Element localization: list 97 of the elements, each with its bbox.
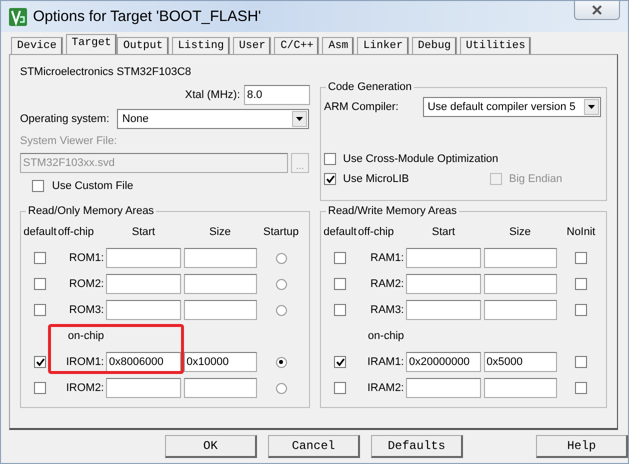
noinit-checkbox[interactable] — [575, 382, 587, 394]
checkbox-label: Use Cross-Module Optimization — [343, 153, 498, 165]
size-field[interactable] — [184, 248, 256, 268]
memory-label: RAM2: — [370, 278, 404, 290]
noinit-checkbox[interactable] — [575, 278, 587, 290]
default-checkbox[interactable] — [34, 356, 46, 368]
memory-label: RAM1: — [370, 252, 404, 264]
group-title: Read/Write Memory Areas — [327, 205, 458, 217]
noinit-checkbox[interactable] — [575, 304, 587, 316]
size-field[interactable] — [184, 378, 256, 398]
memory-label: IRAM2: — [367, 382, 404, 394]
start-field[interactable] — [106, 274, 181, 294]
size-field[interactable] — [184, 300, 256, 320]
size-field[interactable] — [484, 300, 556, 320]
window-title: Options for Target 'BOOT_FLASH' — [33, 8, 262, 25]
startup-radio[interactable] — [276, 252, 286, 264]
start-field[interactable]: 0x20000000 — [406, 352, 481, 372]
checkbox[interactable] — [324, 173, 336, 185]
compiler-label: ARM Compiler: — [324, 101, 399, 113]
size-field[interactable] — [184, 274, 256, 294]
os-label: Operating system: — [20, 113, 110, 125]
dialog-button[interactable]: Defaults — [371, 435, 463, 458]
noinit-checkbox[interactable] — [575, 356, 587, 368]
memory-label: ROM1: — [69, 252, 104, 264]
group-title: Code Generation — [327, 81, 413, 93]
size-field[interactable] — [484, 248, 556, 268]
default-checkbox[interactable] — [334, 356, 346, 368]
dialog-button[interactable]: OK — [165, 435, 257, 458]
section-label: on-chip — [68, 330, 104, 342]
default-checkbox[interactable] — [34, 252, 46, 264]
column-header: Size — [209, 226, 231, 238]
memory-label: IROM1: — [66, 356, 104, 368]
memory-label: IRAM1: — [367, 356, 404, 368]
xtal-label: Xtal (MHz): — [185, 89, 240, 101]
size-field[interactable] — [484, 274, 556, 294]
start-field[interactable]: 0x8006000 — [106, 352, 181, 372]
startup-radio[interactable] — [276, 382, 286, 394]
tab[interactable]: Linker — [357, 37, 409, 54]
default-checkbox[interactable] — [34, 278, 46, 290]
tab[interactable]: Asm — [322, 37, 354, 54]
default-checkbox[interactable] — [334, 252, 346, 264]
column-header: Start — [132, 226, 156, 238]
startup-radio[interactable] — [276, 356, 286, 368]
tab[interactable]: Listing — [172, 37, 230, 54]
memory-label: ROM3: — [69, 304, 104, 316]
size-field[interactable]: 0x10000 — [184, 352, 256, 372]
checkbox-label: Big Endian — [509, 173, 562, 185]
close-button[interactable] — [574, 1, 620, 20]
tab[interactable]: Target — [66, 34, 118, 54]
section-label: on-chip — [368, 330, 404, 342]
checkbox[interactable] — [324, 153, 336, 165]
start-field[interactable] — [106, 378, 181, 398]
startup-radio[interactable] — [276, 304, 286, 316]
app-logo-icon — [9, 8, 27, 26]
column-header: off-chip — [58, 226, 94, 238]
close-icon — [592, 5, 602, 15]
default-checkbox[interactable] — [34, 304, 46, 316]
column-header: default — [323, 226, 357, 238]
column-header: NoInit — [566, 226, 596, 238]
column-header: Start — [432, 226, 456, 238]
column-header: default — [23, 226, 57, 238]
checkbox-label: Use Custom File — [52, 180, 134, 192]
column-header: Size — [509, 226, 531, 238]
viewer-file-label: System Viewer File: — [20, 135, 117, 147]
start-field[interactable] — [406, 274, 481, 294]
memory-label: IROM2: — [66, 382, 104, 394]
xtal-field[interactable]: 8.0 — [244, 85, 310, 105]
default-checkbox[interactable] — [334, 278, 346, 290]
tab[interactable]: C/C++ — [274, 37, 320, 54]
default-checkbox[interactable] — [34, 382, 46, 394]
memory-label: ROM2: — [69, 278, 104, 290]
checkbox-label: Use MicroLIB — [343, 173, 410, 185]
start-field[interactable] — [406, 300, 481, 320]
compiler-dropdown[interactable]: Use default compiler version 5 — [422, 97, 601, 117]
device-name: STMicroelectronics STM32F103C8 — [20, 66, 192, 78]
tab[interactable]: Device — [11, 37, 63, 54]
tab[interactable]: Output — [117, 37, 169, 54]
tab[interactable]: User — [233, 37, 272, 54]
tab[interactable]: Debug — [412, 37, 457, 54]
dialog-button[interactable]: Help — [536, 435, 628, 458]
size-field[interactable]: 0x5000 — [484, 352, 556, 372]
startup-radio[interactable] — [276, 278, 286, 290]
group-title: Read/Only Memory Areas — [27, 205, 155, 217]
start-field[interactable] — [106, 300, 181, 320]
column-header: off-chip — [358, 226, 394, 238]
start-field[interactable] — [406, 378, 481, 398]
size-field[interactable] — [484, 378, 556, 398]
start-field[interactable] — [406, 248, 481, 268]
default-checkbox[interactable] — [334, 304, 346, 316]
tab[interactable]: Utilities — [460, 37, 532, 54]
start-field[interactable] — [106, 248, 181, 268]
default-checkbox[interactable] — [334, 382, 346, 394]
noinit-checkbox[interactable] — [575, 252, 587, 264]
os-dropdown[interactable]: None — [117, 109, 310, 129]
dialog-button[interactable]: Cancel — [268, 435, 360, 458]
memory-label: RAM3: — [370, 304, 404, 316]
column-header: Startup — [263, 226, 299, 238]
